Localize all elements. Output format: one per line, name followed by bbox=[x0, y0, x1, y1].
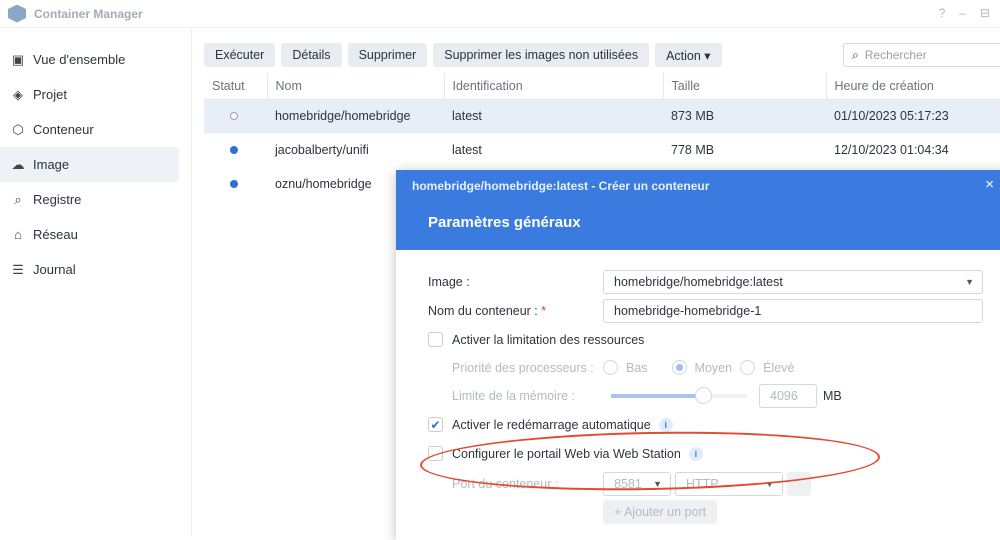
maximize-button[interactable]: ⊟ bbox=[980, 6, 990, 20]
details-button[interactable]: Détails bbox=[281, 43, 342, 67]
sidebar-item-label: Registre bbox=[33, 192, 82, 207]
col-created[interactable]: Heure de création bbox=[826, 73, 1000, 100]
layers-icon: ◈ bbox=[13, 86, 23, 102]
prune-images-button[interactable]: Supprimer les images non utilisées bbox=[433, 43, 650, 67]
sidebar-item-overview[interactable]: ▣ Vue d'ensemble bbox=[0, 42, 179, 77]
sidebar-item-log[interactable]: ☰ Journal bbox=[0, 252, 179, 287]
image-value: homebridge/homebridge:latest bbox=[614, 275, 783, 289]
status-running-icon bbox=[230, 146, 238, 154]
image-select[interactable]: homebridge/homebridge:latest ▼ bbox=[603, 270, 983, 294]
memory-limit-label: Limite de la mémoire : bbox=[452, 389, 575, 403]
cpu-high-radio[interactable] bbox=[740, 360, 756, 375]
sidebar-item-image[interactable]: ☁ Image bbox=[0, 147, 179, 182]
image-label: Image : bbox=[428, 275, 470, 289]
cell-name: jacobalberty/unifi bbox=[275, 143, 369, 157]
table-row[interactable]: jacobalberty/unifi latest 778 MB 12/10/2023… bbox=[204, 133, 1000, 167]
cell-tag: latest bbox=[452, 143, 482, 157]
status-stopped-icon bbox=[230, 112, 238, 121]
cell-tag: latest bbox=[444, 99, 663, 133]
cpu-priority-label: Priorité des processeurs : bbox=[452, 360, 594, 375]
cpu-medium-label: Moyen bbox=[694, 360, 733, 375]
search-icon: ⌕ bbox=[852, 47, 859, 62]
sidebar-item-label: Vue d'ensemble bbox=[33, 52, 126, 67]
cpu-low-radio[interactable] bbox=[603, 360, 618, 375]
container-name-value: homebridge-homebridge-1 bbox=[614, 304, 762, 318]
sidebar-item-label: Projet bbox=[33, 87, 67, 102]
run-button[interactable]: Exécuter bbox=[204, 43, 276, 67]
sidebar-item-project[interactable]: ◈ Projet bbox=[0, 77, 179, 112]
help-button[interactable]: ? bbox=[939, 6, 946, 20]
cell-created: 12/10/2023 01:04:34 bbox=[834, 143, 949, 157]
network-icon: ⌂ bbox=[14, 227, 22, 242]
close-icon[interactable]: × bbox=[985, 176, 994, 193]
action-dropdown[interactable]: Action ▾ bbox=[655, 43, 722, 67]
registry-search-icon: ⌕ bbox=[14, 191, 22, 207]
delete-button[interactable]: Supprimer bbox=[347, 43, 428, 67]
list-icon: ☰ bbox=[12, 261, 24, 277]
name-label: Nom du conteneur : bbox=[428, 304, 538, 318]
info-icon[interactable]: i bbox=[658, 417, 673, 432]
sidebar: ▣ Vue d'ensemble ◈ Projet ⬡ Conteneur ☁ Imag… bbox=[0, 28, 192, 536]
auto-restart-checkbox[interactable]: ✔ bbox=[428, 417, 443, 432]
cube-icon: ⬡ bbox=[12, 121, 24, 137]
title-bar: Container Manager ? – ⊟ bbox=[0, 0, 1000, 28]
add-port-button[interactable]: + Ajouter un port bbox=[603, 500, 718, 524]
app-title: Container Manager bbox=[34, 6, 143, 21]
sidebar-item-network[interactable]: ⌂ Réseau bbox=[0, 217, 179, 252]
resource-limit-label: Activer la limitation des ressources bbox=[452, 332, 645, 347]
minimize-button[interactable]: – bbox=[959, 6, 966, 20]
dialog-title: homebridge/homebridge:latest - Créer un … bbox=[412, 179, 710, 193]
cpu-high-label: Élevé bbox=[763, 360, 795, 375]
sidebar-item-label: Image bbox=[33, 157, 70, 172]
cell-size: 778 MB bbox=[671, 143, 715, 157]
container-name-input[interactable]: homebridge-homebridge-1 bbox=[603, 299, 983, 323]
memory-value: 4096 bbox=[770, 389, 798, 403]
resource-limit-checkbox[interactable] bbox=[428, 332, 443, 347]
required-marker: * bbox=[541, 304, 547, 318]
memory-unit: MB bbox=[823, 389, 842, 403]
auto-restart-label: Activer le redémarrage automatique bbox=[452, 417, 651, 432]
cpu-medium-radio[interactable] bbox=[671, 360, 687, 375]
memory-input[interactable]: 4096 bbox=[759, 384, 817, 408]
sidebar-item-label: Réseau bbox=[33, 227, 78, 242]
search-input[interactable]: ⌕ Rechercher bbox=[843, 43, 1000, 67]
cell-size: 873 MB bbox=[663, 99, 826, 133]
chevron-down-icon: ▼ bbox=[965, 277, 974, 287]
section-title: Paramètres généraux bbox=[428, 214, 581, 231]
memory-slider[interactable] bbox=[611, 387, 747, 404]
app-logo-icon bbox=[8, 4, 26, 23]
col-status[interactable]: Statut bbox=[204, 73, 268, 100]
cpu-low-label: Bas bbox=[626, 360, 648, 375]
sidebar-item-container[interactable]: ⬡ Conteneur bbox=[0, 112, 179, 147]
sidebar-item-label: Journal bbox=[33, 262, 76, 277]
search-placeholder: Rechercher bbox=[864, 48, 927, 62]
cell-created: 01/10/2023 05:17:23 bbox=[826, 99, 1000, 133]
status-running-icon bbox=[230, 180, 238, 188]
col-size[interactable]: Taille bbox=[663, 73, 827, 100]
col-name[interactable]: Nom bbox=[267, 73, 445, 100]
col-tag[interactable]: Identification bbox=[444, 73, 664, 100]
sidebar-item-label: Conteneur bbox=[33, 122, 94, 137]
cloud-icon: ☁ bbox=[11, 156, 25, 172]
cell-name: homebridge/homebridge bbox=[267, 99, 444, 133]
sidebar-item-registry[interactable]: ⌕ Registre bbox=[0, 182, 179, 217]
table-row[interactable]: homebridge/homebridge latest 873 MB 01/10/2… bbox=[204, 99, 1000, 133]
overview-icon: ▣ bbox=[11, 51, 25, 67]
